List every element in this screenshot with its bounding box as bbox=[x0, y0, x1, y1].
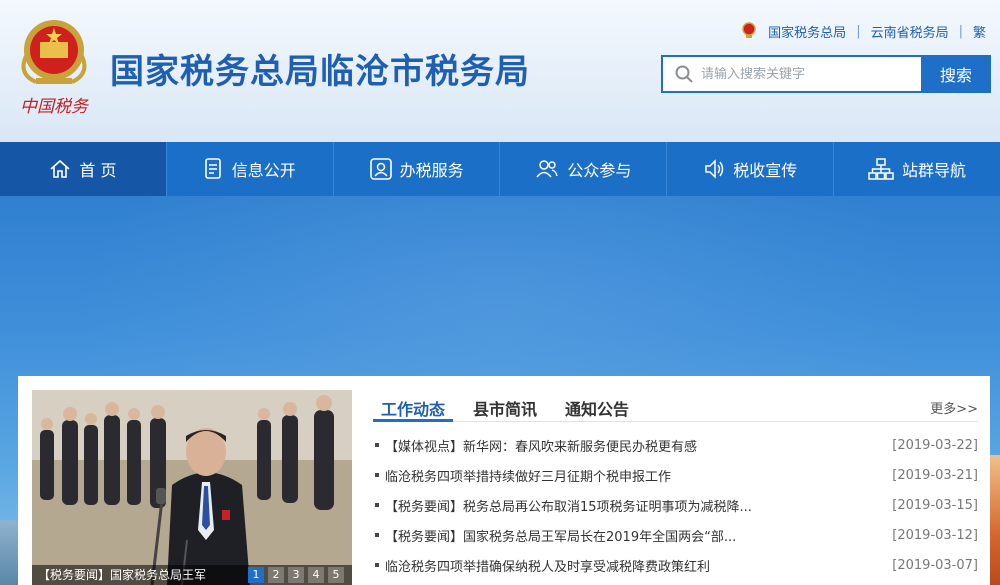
carousel-pagination: 1 2 3 4 5 bbox=[248, 567, 344, 583]
carousel-page-4[interactable]: 4 bbox=[308, 567, 324, 583]
news-item[interactable]: 【税务要闻】国家税务总局王军局长在2019年全国两会“部... [2019-03… bbox=[373, 520, 978, 550]
news-date: [2019-03-22] bbox=[892, 437, 978, 453]
bullet-icon bbox=[375, 533, 379, 537]
carousel-page-3[interactable]: 3 bbox=[288, 567, 304, 583]
tab-work-news[interactable]: 工作动态 bbox=[373, 390, 454, 422]
news-item[interactable]: 临沧税务四项举措确保纳税人及时享受减税降费政策红利 [2019-03-07] bbox=[373, 550, 978, 580]
carousel-page-1[interactable]: 1 bbox=[248, 567, 264, 583]
nav-item-public-participation[interactable]: 公众参与 bbox=[500, 142, 668, 196]
search-input[interactable] bbox=[701, 66, 901, 82]
nav-label: 信息公开 bbox=[231, 161, 296, 180]
news-date: [2019-03-21] bbox=[892, 467, 978, 483]
people-icon bbox=[536, 160, 559, 178]
tab-county-briefs[interactable]: 县市简讯 bbox=[465, 390, 545, 422]
nav-label: 办税服务 bbox=[399, 161, 464, 180]
nav-label: 税收宣传 bbox=[733, 161, 798, 180]
news-photo bbox=[32, 390, 352, 585]
news-date: [2019-03-12] bbox=[892, 527, 978, 543]
site-header: 中国税务 国家税务总局临沧市税务局 国家税务总局 | 云南省税务局 | 繁 搜索 bbox=[0, 0, 1000, 142]
search-button[interactable]: 搜索 bbox=[921, 55, 991, 93]
document-list-icon bbox=[204, 158, 221, 179]
bullet-icon bbox=[375, 503, 379, 507]
main-nav: 首 页 信息公开 办税服务 公众参与 税收宣传 站群导航 bbox=[0, 142, 1000, 196]
nav-label: 公众参与 bbox=[567, 161, 632, 180]
nav-item-info-disclosure[interactable]: 信息公开 bbox=[167, 142, 334, 196]
divider: | bbox=[856, 23, 861, 39]
mini-emblem-icon bbox=[742, 22, 756, 38]
news-title[interactable]: 【媒体视点】新华网：春风吹来新服务便民办税更有感 bbox=[385, 436, 880, 455]
home-icon bbox=[50, 159, 70, 178]
search-icon bbox=[675, 65, 693, 83]
news-date: [2019-03-15] bbox=[892, 497, 978, 513]
nav-item-tax-publicity[interactable]: 税收宣传 bbox=[667, 142, 835, 196]
nav-item-site-navigation[interactable]: 站群导航 bbox=[834, 142, 1000, 196]
bullet-icon bbox=[375, 563, 379, 567]
tab-notices[interactable]: 通知公告 bbox=[557, 390, 637, 422]
speaker-icon bbox=[705, 159, 724, 179]
news-panel: 【税务要闻】国家税务总局王军 1 2 3 4 5 工作动态 县市简讯 通知公告 … bbox=[18, 376, 990, 585]
site-title: 国家税务总局临沧市税务局 bbox=[110, 52, 530, 92]
nav-item-tax-service[interactable]: 办税服务 bbox=[334, 142, 501, 196]
news-tabs: 工作动态 县市简讯 通知公告 更多>> bbox=[373, 390, 978, 422]
news-list: 【媒体视点】新华网：春风吹来新服务便民办税更有感 [2019-03-22] 临沧… bbox=[373, 430, 978, 580]
tax-emblem-logo[interactable]: 中国税务 bbox=[14, 12, 94, 122]
news-photo-carousel[interactable]: 【税务要闻】国家税务总局王军 1 2 3 4 5 bbox=[32, 390, 352, 585]
toplink-yunnan-tax[interactable]: 云南省税务局 bbox=[871, 22, 949, 41]
bullet-icon bbox=[375, 443, 379, 447]
emblem-text: 中国税务 bbox=[20, 97, 90, 117]
toplink-traditional-chinese[interactable]: 繁 bbox=[973, 22, 986, 41]
search-bar: 搜索 bbox=[661, 55, 991, 93]
divider: | bbox=[958, 23, 963, 39]
top-links: 国家税务总局 | 云南省税务局 | 繁 bbox=[740, 20, 986, 42]
nav-label: 站群导航 bbox=[902, 161, 967, 180]
news-date: [2019-03-07] bbox=[892, 557, 978, 573]
news-title[interactable]: 【税务要闻】国家税务总局王军局长在2019年全国两会“部... bbox=[385, 526, 880, 545]
news-item[interactable]: 【媒体视点】新华网：春风吹来新服务便民办税更有感 [2019-03-22] bbox=[373, 430, 978, 460]
news-title[interactable]: 【税务要闻】税务总局再公布取消15项税务证明事项为减税降... bbox=[385, 496, 880, 515]
bullet-icon bbox=[375, 473, 379, 477]
news-title[interactable]: 临沧税务四项举措持续做好三月征期个税申报工作 bbox=[385, 466, 880, 485]
carousel-page-5[interactable]: 5 bbox=[328, 567, 344, 583]
nav-item-home[interactable]: 首 页 bbox=[0, 142, 167, 196]
toplink-state-tax[interactable]: 国家税务总局 bbox=[768, 22, 846, 41]
sitemap-icon bbox=[868, 158, 894, 180]
service-icon bbox=[369, 158, 392, 180]
carousel-page-2[interactable]: 2 bbox=[268, 567, 284, 583]
nav-label: 首 页 bbox=[79, 161, 117, 180]
news-item[interactable]: 【税务要闻】税务总局再公布取消15项税务证明事项为减税降... [2019-03… bbox=[373, 490, 978, 520]
news-title[interactable]: 临沧税务四项举措确保纳税人及时享受减税降费政策红利 bbox=[385, 556, 880, 575]
news-item[interactable]: 临沧税务四项举措持续做好三月征期个税申报工作 [2019-03-21] bbox=[373, 460, 978, 490]
search-box[interactable] bbox=[661, 55, 921, 93]
more-link[interactable]: 更多>> bbox=[930, 398, 978, 417]
